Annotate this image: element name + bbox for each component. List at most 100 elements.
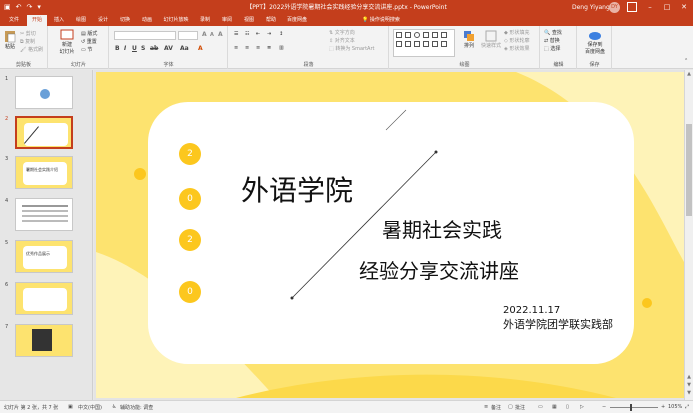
slideshow-icon[interactable]: ▷	[580, 404, 584, 410]
new-slide-button[interactable]: 新建 幻灯片	[57, 29, 77, 55]
tab-design[interactable]: 设计	[94, 15, 112, 26]
slide-thumb-4[interactable]	[15, 198, 73, 231]
slide-title[interactable]: 外语学院	[241, 174, 353, 208]
section-button[interactable]: ▭ 节	[81, 46, 92, 53]
minimize-icon[interactable]: –	[643, 1, 657, 13]
avatar[interactable]: DY	[609, 2, 620, 13]
flowchart-shape-icon[interactable]	[441, 41, 447, 47]
comments-button[interactable]: 批注	[515, 404, 525, 411]
shadow-icon[interactable]: S	[141, 45, 145, 52]
numbering-icon[interactable]: ☷	[245, 31, 249, 37]
star-shape-icon[interactable]	[423, 41, 429, 47]
accessibility-icon[interactable]: ♿	[112, 404, 116, 410]
vertical-scrollbar[interactable]: ▲ ▲ ▼ ▼	[684, 70, 693, 400]
change-case-icon[interactable]: Aa	[180, 45, 189, 52]
notes-icon[interactable]: ≡	[484, 404, 488, 410]
shapes-gallery[interactable]	[393, 29, 455, 57]
oval-shape-icon[interactable]	[414, 32, 420, 38]
format-painter-button[interactable]: 🖌 格式刷	[20, 46, 43, 53]
scroll-up-icon[interactable]: ▲	[685, 71, 693, 77]
line-spacing-icon[interactable]: ↕	[279, 31, 283, 37]
arrow-shape-icon[interactable]	[441, 32, 447, 38]
reading-view-icon[interactable]: ▯	[566, 404, 569, 410]
maximize-icon[interactable]: □	[660, 1, 674, 13]
clear-format-icon[interactable]: A	[218, 31, 223, 38]
shrink-font-icon[interactable]: A	[210, 32, 214, 38]
save-baidu-button[interactable]: 保存到 百度网盘	[581, 29, 609, 55]
arrange-button[interactable]: 排列	[460, 30, 478, 49]
scroll-up-page-icon[interactable]: ▲	[685, 374, 693, 380]
collapse-ribbon-icon[interactable]: ⌃	[684, 58, 688, 64]
bold-icon[interactable]: B	[115, 45, 120, 52]
brace-shape-icon[interactable]	[414, 41, 420, 47]
textbox-shape-icon[interactable]	[405, 32, 411, 38]
fit-slide-icon[interactable]: ⤢	[685, 404, 689, 410]
tab-home[interactable]: 开始	[27, 15, 47, 26]
shape-outline-button[interactable]: ◇ 形状轮廓	[504, 37, 529, 44]
copy-button[interactable]: ⧉ 复制	[20, 38, 35, 45]
paste-button[interactable]: 粘贴	[3, 29, 17, 50]
shape-effects-button[interactable]: ◈ 形状效果	[504, 45, 529, 52]
scroll-down-icon[interactable]: ▼	[685, 390, 693, 396]
scroll-down-page-icon[interactable]: ▼	[685, 382, 693, 388]
align-center-icon[interactable]: ≡	[245, 45, 249, 51]
font-size-select[interactable]	[178, 31, 198, 40]
slide-thumb-2[interactable]	[15, 116, 73, 149]
tell-me-search[interactable]: 💡 操作说明搜索	[362, 15, 400, 26]
align-left-icon[interactable]: ≡	[234, 45, 238, 51]
line-shape-icon[interactable]	[432, 32, 438, 38]
slide-thumb-7[interactable]	[15, 324, 73, 357]
strikethrough-icon[interactable]: ab	[150, 45, 158, 52]
tab-draw[interactable]: 绘图	[72, 15, 90, 26]
justify-icon[interactable]: ≣	[267, 45, 271, 51]
underline-icon[interactable]: U	[132, 45, 137, 52]
spellcheck-icon[interactable]: ▣	[68, 404, 73, 410]
ribbon-display-options-icon[interactable]	[627, 2, 637, 12]
shape-fill-button[interactable]: ◆ 形状填充	[504, 29, 529, 36]
rectangle-shape-icon[interactable]	[396, 32, 402, 38]
zoom-in-button[interactable]: +	[661, 404, 665, 410]
text-direction-button[interactable]: ⇅ 文字方向	[329, 29, 355, 36]
tab-record[interactable]: 录制	[196, 15, 214, 26]
zoom-level[interactable]: 105%	[668, 404, 682, 410]
slide-thumb-5[interactable]: 优秀作品展示	[15, 240, 73, 273]
slide-thumb-3[interactable]: 暑期社会实践介绍	[15, 156, 73, 189]
font-color-icon[interactable]: A	[198, 45, 203, 52]
slide-sorter-icon[interactable]: ▦	[552, 404, 557, 410]
rounded-rect-shape-icon[interactable]	[396, 41, 402, 47]
tab-baidu[interactable]: 百度网盘	[284, 15, 310, 26]
tab-animations[interactable]: 动画	[138, 15, 156, 26]
tab-file[interactable]: 文件	[4, 15, 24, 26]
current-slide[interactable]: 2 0 2 0 外语学院 暑期社会实践 经验分享交流讲座 2022.11.17 …	[96, 72, 684, 398]
reset-button[interactable]: ↺ 重置	[81, 38, 97, 45]
language-status[interactable]: 中文(中国)	[78, 404, 102, 411]
cut-button[interactable]: ✂ 剪切	[20, 30, 36, 37]
comments-icon[interactable]: ▢	[508, 404, 513, 410]
zoom-slider[interactable]	[610, 404, 658, 411]
notes-button[interactable]: 备注	[491, 404, 501, 411]
scrollbar-thumb[interactable]	[686, 124, 692, 216]
zoom-out-button[interactable]: −	[602, 404, 606, 410]
font-family-select[interactable]	[114, 31, 176, 40]
slide-subtitle-2[interactable]: 经验分享交流讲座	[359, 258, 519, 284]
tab-help[interactable]: 帮助	[262, 15, 280, 26]
spacing-icon[interactable]: AV	[164, 45, 173, 52]
tab-transitions[interactable]: 切换	[116, 15, 134, 26]
find-button[interactable]: 🔍 查找	[544, 29, 562, 36]
normal-view-icon[interactable]: ▭	[538, 404, 543, 410]
callout-shape-icon[interactable]	[432, 41, 438, 47]
tab-review[interactable]: 审阅	[218, 15, 236, 26]
accessibility-status[interactable]: 辅助功能: 调查	[120, 404, 153, 411]
user-name[interactable]: Deng Yiyang	[572, 3, 610, 12]
zoom-slider-knob[interactable]	[630, 404, 632, 411]
slide-date[interactable]: 2022.11.17	[503, 304, 560, 317]
tab-view[interactable]: 视图	[240, 15, 258, 26]
quick-styles-button[interactable]: 快速样式	[480, 30, 502, 49]
columns-icon[interactable]: ▥	[279, 45, 284, 51]
tab-slideshow[interactable]: 幻灯片放映	[160, 15, 192, 26]
grow-font-icon[interactable]: A	[202, 31, 207, 38]
layout-button[interactable]: ▤ 版式	[81, 30, 97, 37]
convert-smartart-button[interactable]: ⬚ 转换为 SmartArt	[329, 45, 374, 52]
slide-subtitle-1[interactable]: 暑期社会实践	[382, 217, 502, 243]
slide-thumb-6[interactable]	[15, 282, 73, 315]
